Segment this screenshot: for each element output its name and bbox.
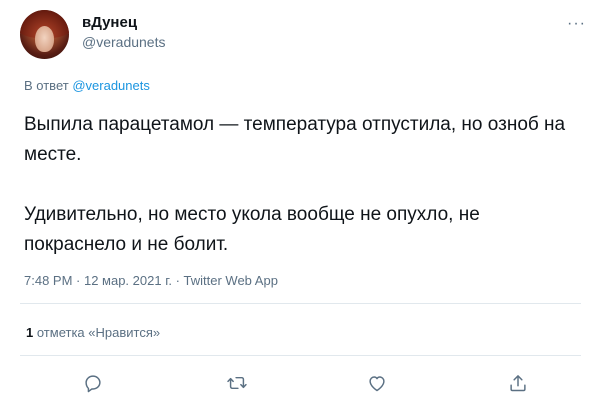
like-icon: [369, 376, 385, 392]
reply-mention-link[interactable]: @veradunets: [72, 78, 150, 93]
avatar[interactable]: [20, 10, 69, 59]
likes-count: 1: [26, 325, 34, 340]
reply-button[interactable]: [82, 372, 106, 396]
reply-context: В ответ @veradunets: [24, 78, 150, 93]
share-button[interactable]: [507, 372, 531, 396]
tweet-card: вДунец @veradunets ··· В ответ @veradune…: [0, 0, 601, 410]
retweet-icon: [227, 376, 247, 390]
likes-label: отметка «Нравится»: [36, 325, 161, 340]
tweet-metadata[interactable]: 7:48 PM · 12 мар. 2021 г. · Twitter Web …: [24, 273, 278, 288]
more-options-icon[interactable]: ···: [567, 16, 586, 32]
divider-top: [20, 303, 581, 304]
share-icon: [510, 375, 526, 392]
tweet-paragraph-1: Выпила парацетамол — температура отпусти…: [24, 114, 566, 165]
tweet-paragraph-2: Удивительно, но место укола вообще не оп…: [24, 204, 480, 255]
like-button[interactable]: [366, 372, 390, 396]
reply-icon: [85, 375, 101, 393]
retweet-button[interactable]: [226, 372, 250, 396]
divider-bottom: [20, 355, 581, 356]
reply-prefix: В ответ: [24, 78, 69, 93]
avatar-face: [35, 26, 54, 52]
tweet-text: Выпила парацетамол — температура отпусти…: [24, 110, 584, 260]
author-name[interactable]: вДунец: [82, 14, 137, 31]
author-handle[interactable]: @veradunets: [82, 34, 165, 50]
likes-summary[interactable]: 1 отметка «Нравится»: [26, 325, 160, 340]
